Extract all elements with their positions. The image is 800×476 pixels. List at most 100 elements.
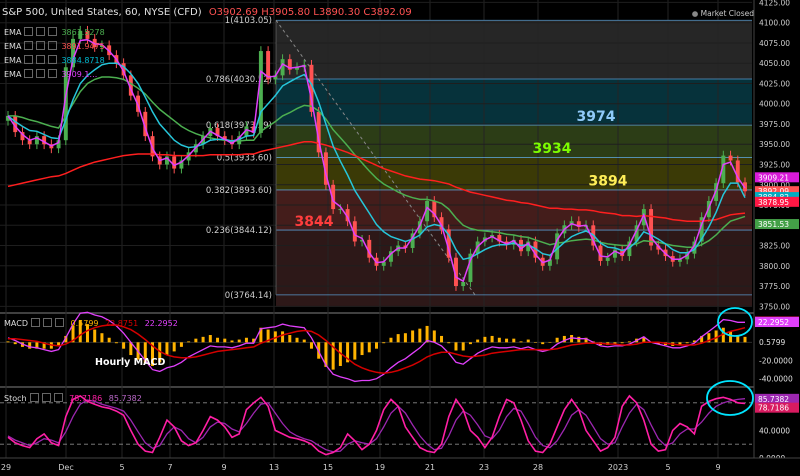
close-icon[interactable] [48, 27, 58, 36]
macd-hist-bar [505, 338, 509, 343]
macd-hist-bar [216, 337, 220, 343]
macd-line-value: 22.2952 [144, 319, 178, 328]
macd-hist-bar [577, 336, 581, 343]
macd-hist-bar [353, 342, 357, 360]
macd-hist-bar [468, 342, 472, 345]
stoch-d-value: 85.7382 [108, 394, 142, 403]
indicator-name: EMA [4, 56, 22, 65]
price-tick: 4000.00 [759, 100, 790, 109]
macd-tick: 0.5799 [759, 338, 785, 347]
price-tick: 3975.00 [759, 120, 790, 129]
stoch-tick: 85.7382 [758, 395, 789, 404]
macd-legend[interactable]: MACD 0.5799 22.8751 22.2952 [4, 318, 178, 328]
indicator-name: EMA [4, 28, 22, 37]
symbol-title[interactable]: S&P 500, United States, 60, NYSE (CFD) [2, 7, 202, 18]
macd-hist-bar [208, 335, 212, 343]
settings-icon[interactable] [41, 393, 51, 402]
price-tick: 4075.00 [759, 39, 790, 48]
macd-hist-bar [483, 336, 487, 343]
price-tick: 3750.00 [759, 302, 790, 311]
stoch-legend[interactable]: Stoch 78.7186 85.7382 [4, 393, 142, 403]
macd-hist-bar [295, 337, 299, 343]
eye-icon[interactable] [29, 393, 39, 402]
macd-hist-bar [526, 339, 530, 343]
eye-icon[interactable] [24, 41, 34, 50]
candle [258, 51, 263, 133]
time-tick: 28 [533, 463, 543, 472]
macd-hist-bar [555, 337, 559, 343]
indicator-value: 3909.1… [61, 70, 98, 79]
macd-hist-bar [729, 331, 733, 343]
macd-hist-bar [541, 342, 545, 345]
macd-hist-bar [490, 335, 494, 343]
close-icon[interactable] [48, 55, 58, 64]
time-tick: 29 [1, 463, 11, 472]
chart-header: S&P 500, United States, 60, NYSE (CFD) O… [2, 7, 412, 18]
macd-hist-bar [122, 342, 126, 349]
macd-hist-bar [288, 335, 292, 343]
macd-hist-bar [367, 342, 371, 353]
macd-hist-bar [309, 342, 313, 349]
macd-hist-bar [230, 340, 234, 343]
indicator-name: EMA [4, 42, 22, 51]
macd-tick: 22.2952 [758, 318, 789, 327]
candle [172, 156, 177, 169]
indicator-ema-2[interactable]: EMA 3891.9475 [4, 41, 105, 51]
macd-hist-bar [172, 342, 176, 352]
indicator-value: 3884.8718 [61, 56, 105, 65]
price-tick: 4025.00 [759, 79, 790, 88]
settings-icon[interactable] [36, 27, 46, 36]
macd-hist-bar [114, 342, 118, 344]
settings-icon[interactable] [36, 41, 46, 50]
candle [605, 257, 610, 261]
indicator-ema-1[interactable]: EMA 3861.5278 [4, 27, 105, 37]
price-tag: 3878.95 [758, 198, 789, 207]
macd-hist-bar [382, 342, 386, 344]
macd-hist-bar [743, 336, 747, 343]
close-icon[interactable] [48, 69, 58, 78]
close-icon[interactable] [53, 393, 63, 402]
fib-label: 0.236(3844.12) [206, 226, 272, 236]
stoch-label: Stoch [4, 394, 27, 403]
settings-icon[interactable] [36, 55, 46, 64]
indicator-ema-4[interactable]: EMA 3909.1… [4, 69, 97, 79]
macd-label: MACD [4, 319, 28, 328]
stoch-tick: 40.0000 [759, 426, 790, 435]
level-label-3894: 3894 [589, 174, 628, 190]
macd-hist-bar [6, 341, 10, 343]
eye-icon[interactable] [24, 69, 34, 78]
indicator-value: 3891.9475 [61, 42, 105, 51]
eye-icon[interactable] [30, 318, 40, 327]
macd-hist-bar [223, 338, 227, 343]
time-tick: 9 [715, 463, 720, 472]
indicator-name: EMA [4, 70, 22, 79]
indicator-ema-3[interactable]: EMA 3884.8718 [4, 55, 105, 65]
macd-hist-bar [476, 339, 480, 343]
price-tick: 4050.00 [759, 59, 790, 68]
time-tick: 7 [167, 463, 172, 472]
level-label-3934: 3934 [533, 141, 572, 157]
macd-hist-bar [454, 342, 458, 351]
price-tick: 3775.00 [759, 282, 790, 291]
price-tag: 3851.53 [758, 220, 789, 229]
macd-hist-bar [93, 329, 97, 343]
macd-hist-bar [432, 330, 436, 343]
time-tick: 9 [221, 463, 226, 472]
fib-band [276, 20, 752, 79]
eye-icon[interactable] [24, 27, 34, 36]
settings-icon[interactable] [36, 69, 46, 78]
macd-tick: -40.0000 [759, 375, 793, 384]
time-tick: Dec [58, 463, 73, 472]
macd-hist-bar [281, 331, 285, 343]
macd-hist-bar [396, 334, 400, 343]
macd-signal-value: 22.8751 [105, 319, 139, 328]
settings-icon[interactable] [42, 318, 52, 327]
close-icon[interactable] [54, 318, 64, 327]
macd-hist-bar [519, 341, 523, 343]
macd-hist-bar [28, 342, 32, 349]
close-icon[interactable] [48, 41, 58, 50]
price-tick: 3800.00 [759, 262, 790, 271]
price-chart[interactable]: 1(4103.05)0.786(4030.52)0.618(3973.59)0.… [0, 0, 800, 476]
macd-hist-bar [447, 342, 451, 344]
eye-icon[interactable] [24, 55, 34, 64]
